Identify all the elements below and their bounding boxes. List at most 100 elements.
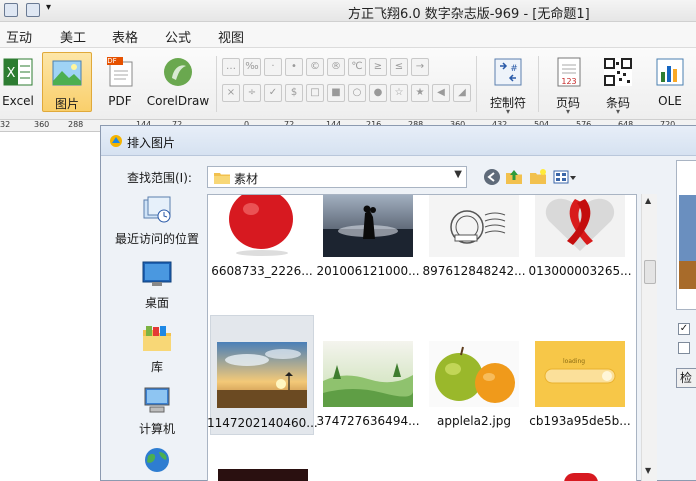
computer-icon [144,387,170,413]
svg-text:#: # [510,64,518,74]
symbol-circle[interactable]: ○ [348,84,366,102]
symbol-ellipsis[interactable]: … [222,58,240,76]
file-thumbnail-partial[interactable] [218,469,308,481]
save-icon[interactable] [4,3,18,17]
picture-button[interactable]: 图片 [42,52,92,112]
symbol-check[interactable]: ✓ [264,84,282,102]
ole-label: OLE [658,94,682,108]
file-item-selected[interactable]: 1147202140460... [208,315,318,435]
file-item[interactable]: 897612848242... [422,195,526,287]
excel-icon: X [3,58,33,86]
file-thumbnail-partial[interactable] [536,471,626,481]
symbol-dollar[interactable]: $ [285,84,303,102]
back-icon[interactable] [483,168,501,186]
symbol-copyright[interactable]: © [306,58,324,76]
symbol-middot[interactable]: · [264,58,282,76]
ruler-label: 360 [34,120,50,129]
symbol-registered[interactable]: ® [327,58,345,76]
new-folder-icon[interactable] [529,168,547,186]
chevron-down-icon: ▾ [505,107,511,116]
place-label: 最近访问的位置 [114,232,199,246]
ole-button[interactable]: OLE [648,52,692,112]
coreldraw-button[interactable]: CorelDraw [144,52,212,112]
file-list-view[interactable]: 6608733_2226... 201006121000... 89761284… [207,194,637,481]
scrollbar-thumb[interactable] [644,260,656,284]
file-thumbnail-fruits [429,341,519,407]
symbol-geq[interactable]: ≥ [369,58,387,76]
coreldraw-label: CorelDraw [146,94,210,108]
document-canvas[interactable] [0,132,100,481]
symbol-times[interactable]: × [222,84,240,102]
place-library[interactable]: 库 [109,322,205,382]
symbol-leq[interactable]: ≤ [390,58,408,76]
look-in-combobox[interactable]: 素材 ▼ [207,166,467,188]
file-item[interactable]: applela2.jpg [424,341,524,437]
barcode-button[interactable]: 条码 ▾ [596,52,640,116]
network-icon [145,448,169,472]
preview-pane [676,160,696,310]
page-number-icon: 123 [557,57,581,87]
insert-picture-dialog: 排入图片 查找范围(I): 素材 ▼ 最近访问的位置 桌面 库 计算机 6608… [100,125,696,481]
menu-formula[interactable]: 公式 [165,27,191,46]
dialog-title: 排入图片 [127,136,176,150]
search-button[interactable]: 检 [676,368,696,388]
symbol-filled-square[interactable]: ■ [327,84,345,102]
menu-interactive[interactable]: 互动 [6,27,32,46]
file-item[interactable]: loading cb193a95de5b... [529,341,631,437]
preview-image [677,161,696,309]
symbol-filled-star[interactable]: ★ [411,84,429,102]
file-thumbnail-stamp [429,195,519,257]
ruler-label: 32 [0,120,11,129]
places-bar: 最近访问的位置 桌面 库 计算机 网络 [109,194,205,481]
symbol-filled-circle[interactable]: ● [369,84,387,102]
menu-view[interactable]: 视图 [218,27,244,46]
symbol-divide[interactable]: ÷ [243,84,261,102]
undo-icon[interactable] [26,3,40,17]
menu-table[interactable]: 表格 [112,27,138,46]
file-name: applela2.jpg [436,414,511,428]
ribbon-toolbar: X Excel 图片 PDF PDF CorelDraw … ‰ · • © ®… [0,48,696,120]
symbol-square[interactable]: □ [306,84,324,102]
symbol-triangle-corner[interactable]: ◢ [453,84,471,102]
pdf-label: PDF [108,94,132,108]
up-folder-icon[interactable] [505,168,523,186]
excel-button[interactable]: X Excel [0,52,36,112]
picture-icon [52,60,82,86]
symbol-arrow[interactable]: → [411,58,429,76]
symbol-permille[interactable]: ‰ [243,58,261,76]
pdf-button[interactable]: PDF PDF [98,52,142,112]
menu-art[interactable]: 美工 [60,27,86,46]
file-thumbnail-sunset [217,342,307,408]
place-network[interactable]: 网络 [109,444,205,481]
pdf-badge-text: PDF [103,57,117,65]
symbol-triangle-left[interactable]: ◀ [432,84,450,102]
scroll-up-icon[interactable]: ▲ [645,196,651,205]
quick-access-dropdown-icon[interactable]: ▾ [46,2,56,14]
symbol-bullet[interactable]: • [285,58,303,76]
control-char-button[interactable]: # 控制符 ▾ [484,52,532,116]
option-checkbox[interactable] [678,342,690,354]
file-item[interactable]: 013000003265... [528,195,632,287]
file-item[interactable]: 6608733_2226... [211,195,313,287]
view-menu-icon[interactable] [553,168,577,186]
symbol-star[interactable]: ☆ [390,84,408,102]
page-number-button[interactable]: 123 页码 ▾ [546,52,590,116]
file-item[interactable]: 374727636494... [316,341,420,437]
place-desktop[interactable]: 桌面 [109,258,205,318]
preview-checkbox[interactable]: ✓ [678,323,690,335]
loading-text: loading [563,358,585,365]
file-list-scrollbar[interactable]: ▲ ▼ [641,194,657,481]
symbol-celsius[interactable]: ℃ [348,58,366,76]
scroll-down-icon[interactable]: ▼ [645,466,651,475]
folder-icon [214,173,230,184]
file-item[interactable]: 201006121000... [316,195,420,287]
control-char-icon: # [494,58,522,86]
file-thumbnail-loading: loading [535,341,625,407]
ribbon-separator [538,56,539,112]
file-thumbnail-ribbon [535,195,625,257]
place-computer[interactable]: 计算机 [109,384,205,444]
place-label: 桌面 [144,296,169,310]
place-recent[interactable]: 最近访问的位置 [109,194,205,254]
file-name: 897612848242... [422,264,526,278]
file-name: 013000003265... [528,264,632,278]
